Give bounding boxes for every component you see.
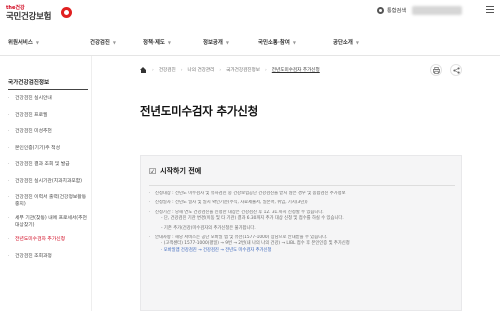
notice-divider (149, 185, 455, 186)
sidebar-item[interactable]: 본인인증(기기)주 적성 (8, 146, 88, 153)
notice-row: 신청일자 : 전년도 일자 및 일시 확인기준(주식, 자료제출서, 일본어, … (149, 200, 457, 206)
sidebar-item[interactable]: 건강검진 조회과정 (8, 254, 88, 261)
hamburger-menu-icon[interactable] (486, 6, 494, 14)
page-title: 전년도미수검자 추가신청 (140, 104, 258, 118)
sidebar-item[interactable]: 건강검진 결과 조회 및 발급 (8, 162, 88, 169)
login-label: 통합검색 (387, 8, 407, 14)
nav-item-1[interactable]: 위원서비스 ▼ (8, 38, 39, 47)
nav-label: 위원서비스 (8, 40, 33, 46)
nav-item-5[interactable]: 국민소통·참여 ▼ (258, 38, 296, 47)
chevron-right-icon: › (219, 67, 222, 73)
blurred-user-info (412, 6, 462, 15)
nav-item-3[interactable]: 정책·제도 ▼ (143, 38, 171, 47)
sidebar: 국가건강검진정보 건강검진 실시안내 건강검진 프로필 건강검진 미성추천 본인… (0, 56, 92, 311)
sidebar-item[interactable]: 건강검진 실시안내 (8, 96, 88, 103)
chevron-down-icon: ▼ (35, 39, 39, 45)
home-icon[interactable] (140, 67, 147, 73)
nav-label: 정보공개 (203, 40, 223, 46)
print-button[interactable] (430, 64, 442, 76)
nav-item-6[interactable]: 공단소개 ▼ (333, 38, 359, 47)
sidebar-item[interactable]: 건강검진 실시기관(치과치과포함) (8, 179, 88, 186)
login-link[interactable]: 통합검색 (377, 7, 406, 14)
notice-row: 안내사항 : 해당 서비스는 공단 모바일 앱 및 유선(1577-1000) … (149, 235, 457, 241)
nav-label: 국민소통·참여 (258, 40, 290, 46)
breadcrumb-item[interactable]: 건강검진 (159, 67, 176, 73)
breadcrumb: › 건강검진 › 나의 건강관리 › 국가건강검진정보 › 전년도미수검자 추가… (140, 67, 320, 73)
checklist-icon: ☑ (149, 166, 157, 176)
nav-label: 정책·제도 (143, 40, 165, 46)
chevron-right-icon: › (180, 67, 183, 73)
user-icon (377, 7, 384, 14)
breadcrumb-item[interactable]: 나의 건강관리 (188, 67, 215, 73)
breadcrumb-item[interactable]: 국가건강검진정보 (226, 67, 260, 73)
site-logo[interactable]: the건강 국민건강보험 (6, 4, 76, 26)
chevron-down-icon: ▼ (112, 39, 116, 45)
notice-row: 신청기간 : 당해 연도 건강검진을 신청한 대상은 건강검진 후 12. 31… (149, 210, 457, 216)
notice-heading: ☑ 시작하기 전에 (149, 166, 201, 176)
nav-label: 공단소개 (333, 40, 353, 46)
notice-row: 신청대상 : 전년도 미수검자 및 유사검진 중 건강보험공단 건강검진을 받지… (149, 191, 457, 197)
sidebar-list: 건강검진 실시안내 건강검진 프로필 건강검진 미성추천 본인인증(기기)주 적… (8, 96, 88, 260)
logo-name: 국민건강보험 (6, 12, 52, 22)
notice-heading-text: 시작하기 전에 (160, 167, 202, 175)
sidebar-title: 국가건강검진정보 (8, 80, 50, 86)
notice-box: ☑ 시작하기 전에 신청대상 : 전년도 미수검자 및 유사검진 중 건강보험공… (140, 155, 462, 311)
chevron-down-icon: ▼ (292, 39, 296, 45)
sidebar-item-active[interactable]: 전년도미수검자 추가신청 (8, 237, 88, 244)
notice-link-row[interactable]: · 모바일앱 건강검진 → 건강검진 → 전년도 미수검자 추가신청 (149, 248, 457, 254)
chevron-down-icon: ▼ (167, 39, 171, 45)
chevron-right-icon: › (152, 67, 154, 73)
main-nav: 위원서비스 ▼ 건강검진 ▼ 정책·제도 ▼ 정보공개 ▼ 국민소통·참여 ▼ 공단소개 ▼ (0, 30, 500, 56)
top-bar: the건강 국민건강보험 통합검색 (0, 0, 500, 30)
nav-label: 건강검진 (90, 40, 110, 46)
nav-item-2[interactable]: 건강검진 ▼ (90, 38, 116, 47)
share-button[interactable] (450, 64, 462, 76)
nav-item-4[interactable]: 정보공개 ▼ (203, 38, 229, 47)
logo-mark-icon (61, 7, 72, 18)
chevron-down-icon: ▼ (355, 39, 359, 45)
sidebar-item[interactable]: 건강검진 프로필 (8, 113, 88, 120)
chevron-down-icon: ▼ (225, 39, 229, 45)
chevron-right-icon: › (264, 67, 267, 73)
share-icon (452, 66, 460, 74)
notice-body: 신청대상 : 전년도 미수검자 및 유사검진 중 건강보험공단 건강검진을 받지… (149, 191, 457, 254)
sidebar-item[interactable]: 건강검진 미성추천 (8, 129, 88, 136)
printer-icon (432, 66, 440, 74)
sidebar-item[interactable]: 건강검진 이력서 출력(건강정보활동 중지) (8, 195, 88, 208)
sidebar-item[interactable]: 세부 기관(찾동) 내에 프로세서(추천대상찾기) (8, 216, 88, 229)
sidebar-divider (8, 89, 88, 90)
breadcrumb-current[interactable]: 전년도미수검자 추가신청 (272, 67, 320, 73)
